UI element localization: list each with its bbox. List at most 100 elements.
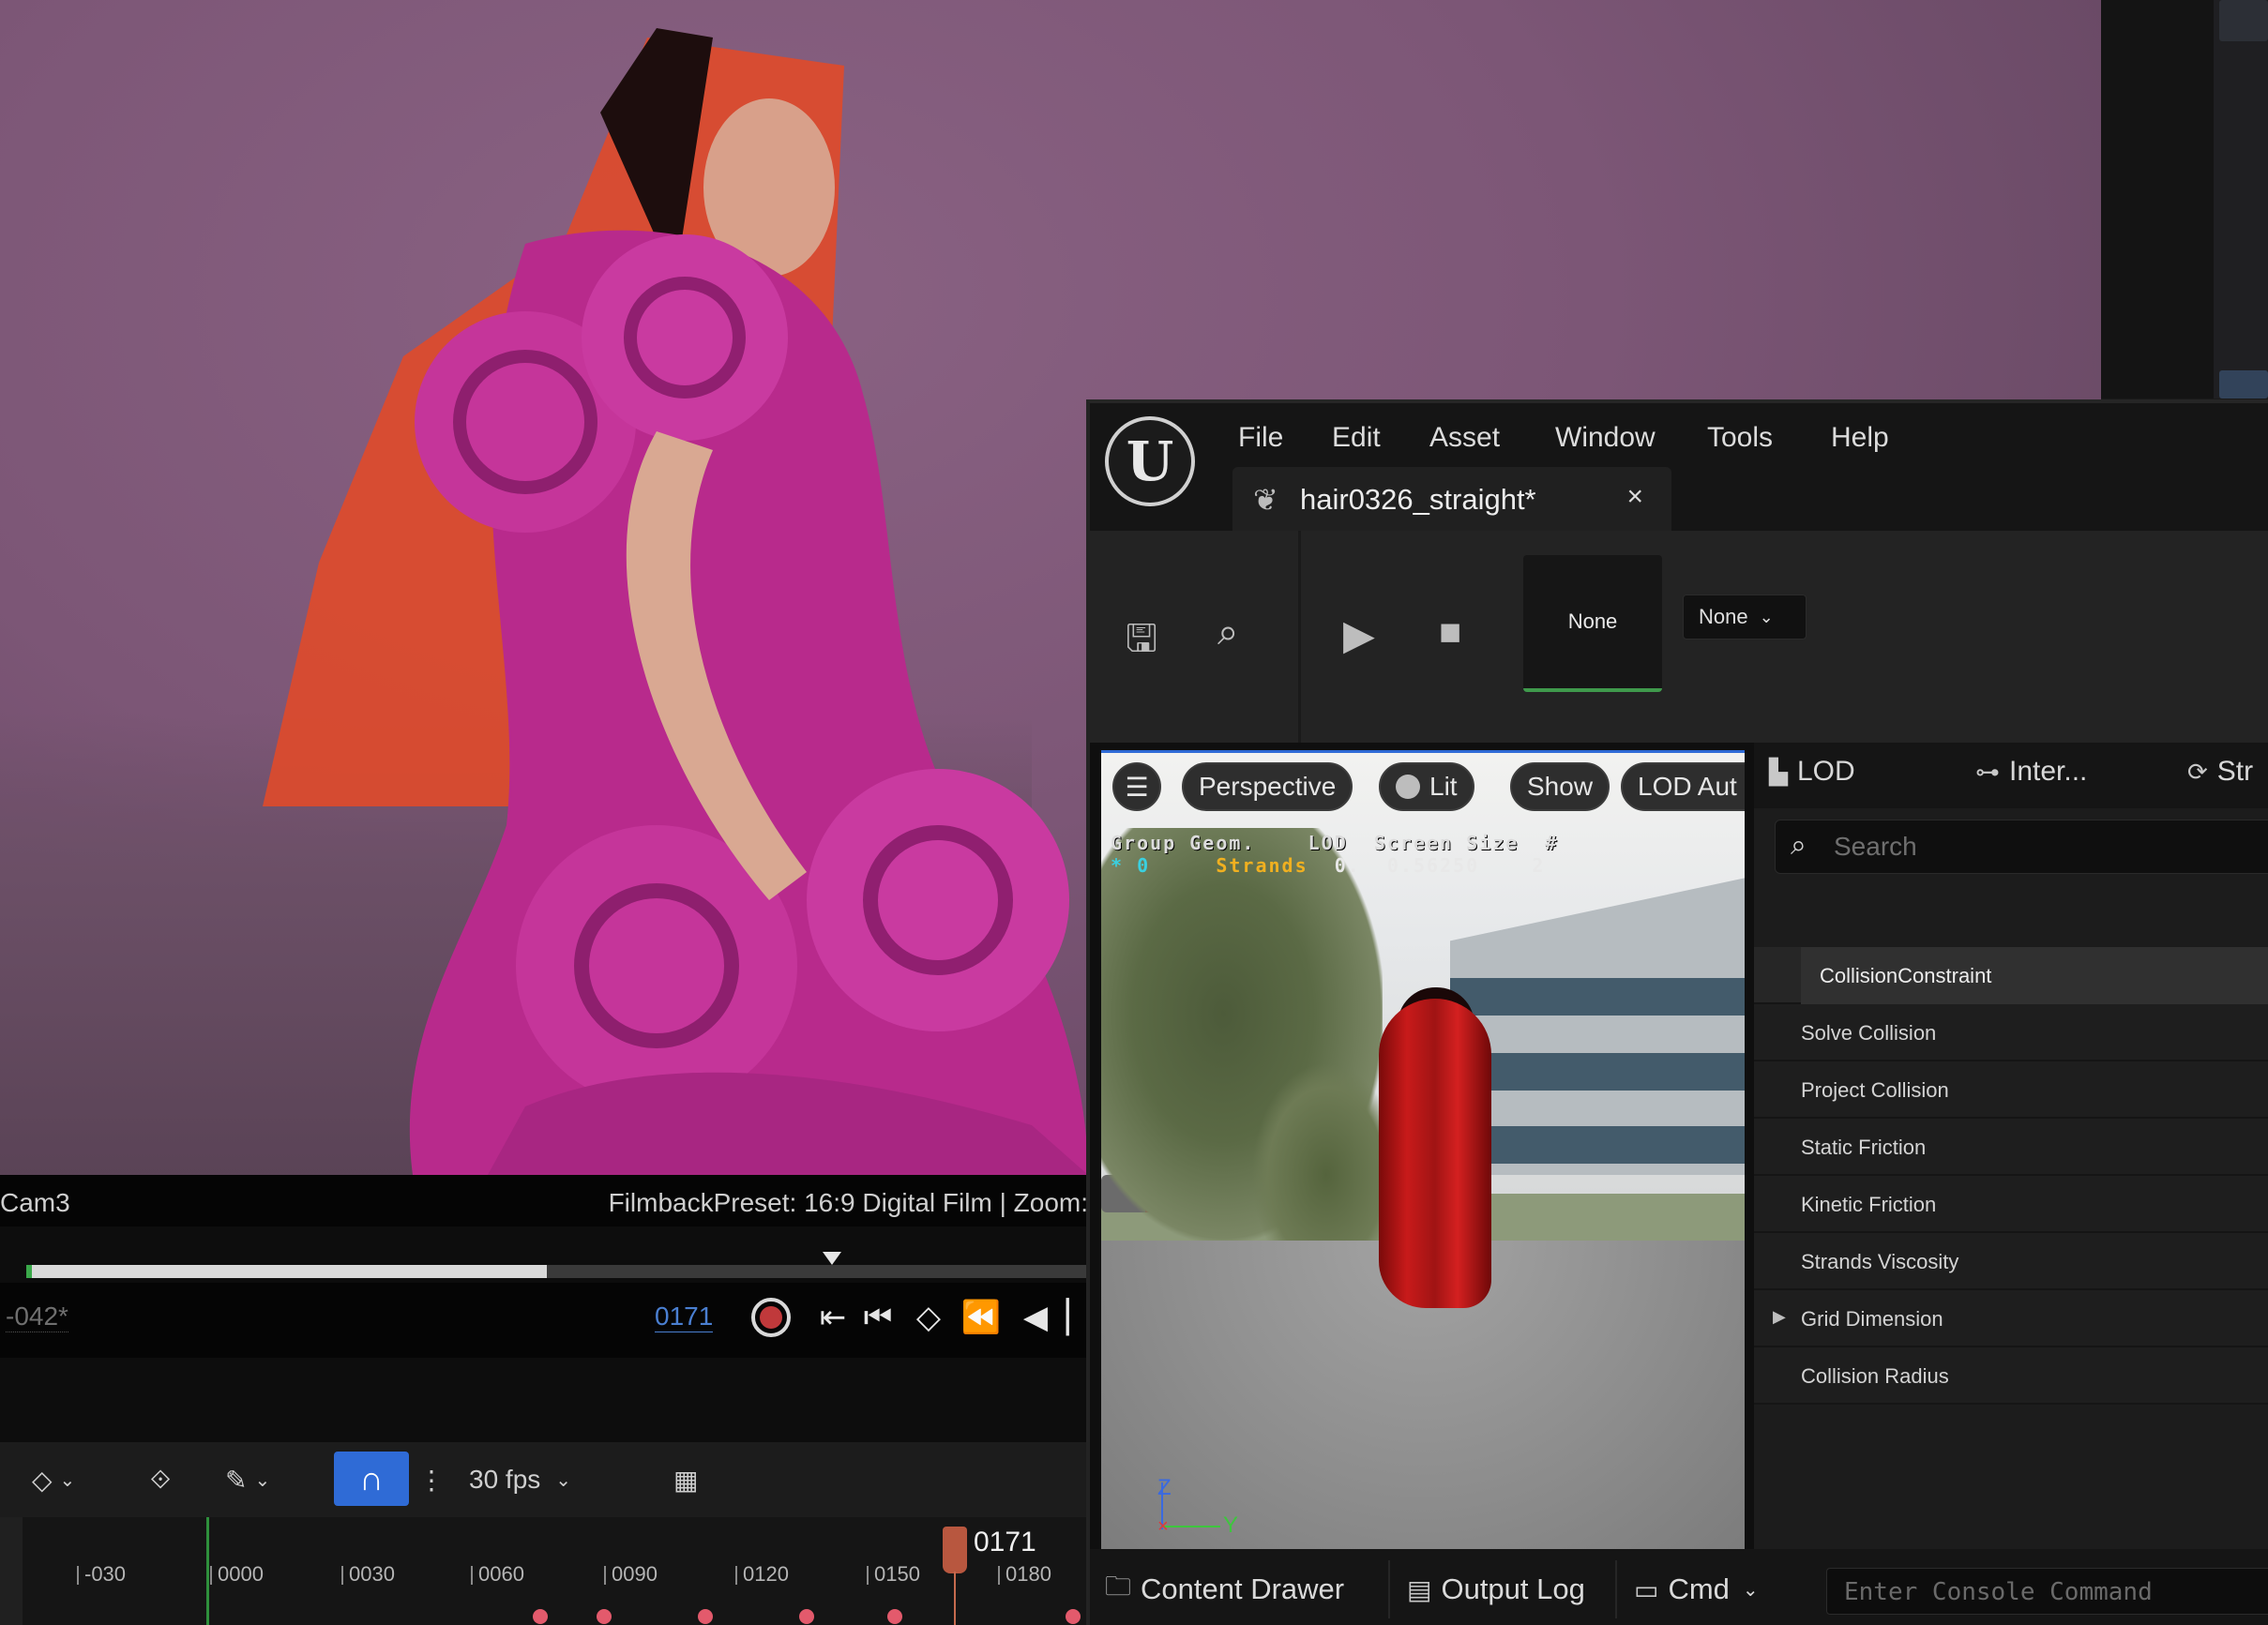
panel-tab[interactable] (2219, 0, 2268, 41)
keyframe-dot[interactable] (597, 1609, 612, 1624)
toolbar-divider (1298, 531, 1301, 743)
tab-interpolation-label: Inter... (2009, 756, 2088, 787)
keyframe-dot[interactable] (698, 1609, 713, 1624)
menu-file[interactable]: File (1238, 422, 1283, 454)
lod-auto-button[interactable]: LOD Aut (1621, 762, 1745, 811)
property-kinetic-friction[interactable]: Kinetic Friction (1754, 1176, 2268, 1233)
current-frame-field[interactable]: 0171 (655, 1302, 714, 1332)
lit-label: Lit (1429, 772, 1458, 801)
menu-tools[interactable]: Tools (1707, 422, 1773, 454)
tab-lod[interactable]: ▙ LOD (1769, 756, 1855, 788)
viewport-toolbar: ☰ Perspective Lit Show LOD Aut (1107, 759, 1745, 815)
snap-options-icon[interactable]: ⋮ (418, 1457, 445, 1502)
property-category-collisionconstraint[interactable]: CollisionConstraint (1754, 947, 2268, 1004)
keyframe-dot[interactable] (887, 1609, 902, 1624)
details-panel: ▙ LOD ⊶ Inter... ⟳ Str ⌕ Search CollisionCo… (1754, 743, 2268, 1549)
preview-dropdown-value: None (1699, 605, 1748, 628)
menu-window[interactable]: Window (1555, 422, 1656, 454)
property-label: Project Collision (1801, 1078, 1949, 1102)
cmd-dropdown[interactable]: ▭ Cmd ⌄ (1634, 1568, 1759, 1611)
tab-strands[interactable]: ⟳ Str (2187, 756, 2253, 788)
stats-row: * 0 Strands 0. 0.56250 2 (1111, 854, 1558, 877)
stats-header: Group Geom. LOD Screen Size # (1111, 832, 1559, 854)
show-button[interactable]: Show (1510, 762, 1610, 811)
sequencer-panel: Cam3 FilmbackPreset: 16:9 Digital Film |… (0, 1175, 1091, 1625)
lit-icon (1396, 775, 1420, 799)
tab-strands-label: Str (2216, 756, 2254, 787)
preview-selection-box[interactable]: None (1523, 555, 1662, 692)
fps-dropdown[interactable]: 30 fps ⌄ (469, 1457, 571, 1502)
playback-range-bar[interactable] (26, 1265, 1088, 1278)
timeline-ruler[interactable]: -030 0000 0030 0060 0090 0120 0150 0180 … (0, 1517, 1088, 1625)
property-label: Collision Radius (1801, 1364, 1949, 1388)
content-drawer-button[interactable]: 🗀 Content Drawer (1105, 1568, 1344, 1611)
menu-help[interactable]: Help (1831, 422, 1889, 454)
curve-editor-icon[interactable]: ▦ (673, 1457, 698, 1502)
playhead-handle[interactable] (943, 1527, 967, 1573)
range-start-marker (26, 1265, 32, 1278)
lit-button[interactable]: Lit (1379, 762, 1474, 811)
menu-asset[interactable]: Asset (1429, 422, 1500, 454)
playhead-line (954, 1572, 956, 1625)
property-strands-viscosity[interactable]: Strands Viscosity (1754, 1233, 2268, 1290)
playhead-frame-label: 0171 (974, 1527, 1036, 1557)
menu-edit[interactable]: Edit (1332, 422, 1381, 454)
hamburger-menu-icon[interactable]: ☰ (1112, 762, 1161, 811)
keyframe-dot[interactable] (533, 1609, 548, 1624)
transport-controls: -042* 0171 ⇤ ⏮ ◇ ⏪ ◀ ▏ (0, 1283, 1091, 1358)
fps-label: 30 fps (469, 1465, 541, 1494)
console-placeholder: Enter Console Command (1844, 1578, 2153, 1606)
unreal-logo-icon[interactable]: U (1105, 416, 1195, 506)
play-forward-icon[interactable]: ▏ (1066, 1296, 1091, 1339)
cmd-label: Cmd (1668, 1572, 1730, 1605)
preview-dropdown[interactable]: None ⌄ (1683, 594, 1807, 639)
property-project-collision[interactable]: Project Collision (1754, 1061, 2268, 1119)
character-render (263, 28, 1088, 1175)
keyframe-dot[interactable] (1066, 1609, 1081, 1624)
play-icon[interactable]: ▶ (1343, 611, 1375, 659)
camera-info-bar: Cam3 FilmbackPreset: 16:9 Digital Film |… (0, 1175, 1088, 1226)
property-static-friction[interactable]: Static Friction (1754, 1119, 2268, 1176)
tab-interpolation[interactable]: ⊶ Inter... (1975, 756, 2087, 788)
tick-label: 0060 (471, 1562, 524, 1586)
output-log-button[interactable]: ▤ Output Log (1407, 1568, 1585, 1611)
editor-menu-bar: U File Edit Asset Window Tools Help ❦ ha… (1090, 403, 2268, 531)
browse-icon[interactable]: ⌕ (1217, 611, 1238, 654)
keyframe-nav-icon[interactable]: ◇ (908, 1296, 949, 1339)
status-divider (1615, 1560, 1617, 1618)
playback-progress-fill (26, 1265, 547, 1278)
asset-tab[interactable]: ❦ hair0326_straight* × (1232, 467, 1671, 531)
edit-brush-icon[interactable]: ✎ ⌄ (225, 1457, 270, 1502)
groom-preview-viewport[interactable]: ☰ Perspective Lit Show LOD Aut Group Geo… (1101, 750, 1745, 1549)
key-interp-icon[interactable]: ⟐ (150, 1457, 171, 1502)
expand-arrow-icon[interactable]: ▶ (1773, 1307, 1786, 1327)
take-label[interactable]: -042* (6, 1302, 68, 1332)
groom-editor-window: U File Edit Asset Window Tools Help ❦ ha… (1086, 399, 2268, 1625)
key-diamond-icon[interactable]: ◇ ⌄ (32, 1457, 75, 1502)
perspective-button[interactable]: Perspective (1182, 762, 1353, 811)
property-grid-dimension[interactable]: ▶ Grid Dimension (1754, 1290, 2268, 1347)
console-command-input[interactable]: Enter Console Command (1826, 1568, 2268, 1615)
scrub-head-marker[interactable] (823, 1252, 841, 1265)
side-panel-strip (2101, 0, 2268, 399)
property-label: Grid Dimension (1801, 1307, 1943, 1331)
play-reverse-icon[interactable]: ◀ (1015, 1296, 1056, 1339)
property-solve-collision[interactable]: Solve Collision (1754, 1004, 2268, 1061)
save-icon[interactable]: 🖫 (1126, 611, 1157, 675)
keyframe-dot[interactable] (799, 1609, 814, 1624)
property-collision-radius[interactable]: Collision Radius (1754, 1347, 2268, 1405)
property-label: Static Friction (1801, 1136, 1927, 1159)
previous-key-icon[interactable]: ⏮ (857, 1296, 899, 1339)
panel-tab-active[interactable] (2219, 370, 2268, 399)
snap-magnet-icon[interactable]: ∩ (334, 1452, 409, 1506)
jump-to-start-icon[interactable]: ⇤ (812, 1296, 854, 1339)
details-search-input[interactable]: ⌕ Search (1775, 820, 2268, 874)
details-tabs: ▙ LOD ⊶ Inter... ⟳ Str (1754, 743, 2268, 808)
filmback-info: FilmbackPreset: 16:9 Digital Film | Zoom… (608, 1188, 1088, 1217)
axis-z-label: Z (1157, 1475, 1172, 1500)
record-button[interactable] (750, 1296, 792, 1339)
tick-label: -030 (76, 1562, 127, 1586)
close-icon[interactable]: × (1626, 481, 1643, 513)
step-back-icon[interactable]: ⏪ (960, 1296, 1002, 1339)
stop-icon[interactable]: ■ (1439, 611, 1461, 654)
